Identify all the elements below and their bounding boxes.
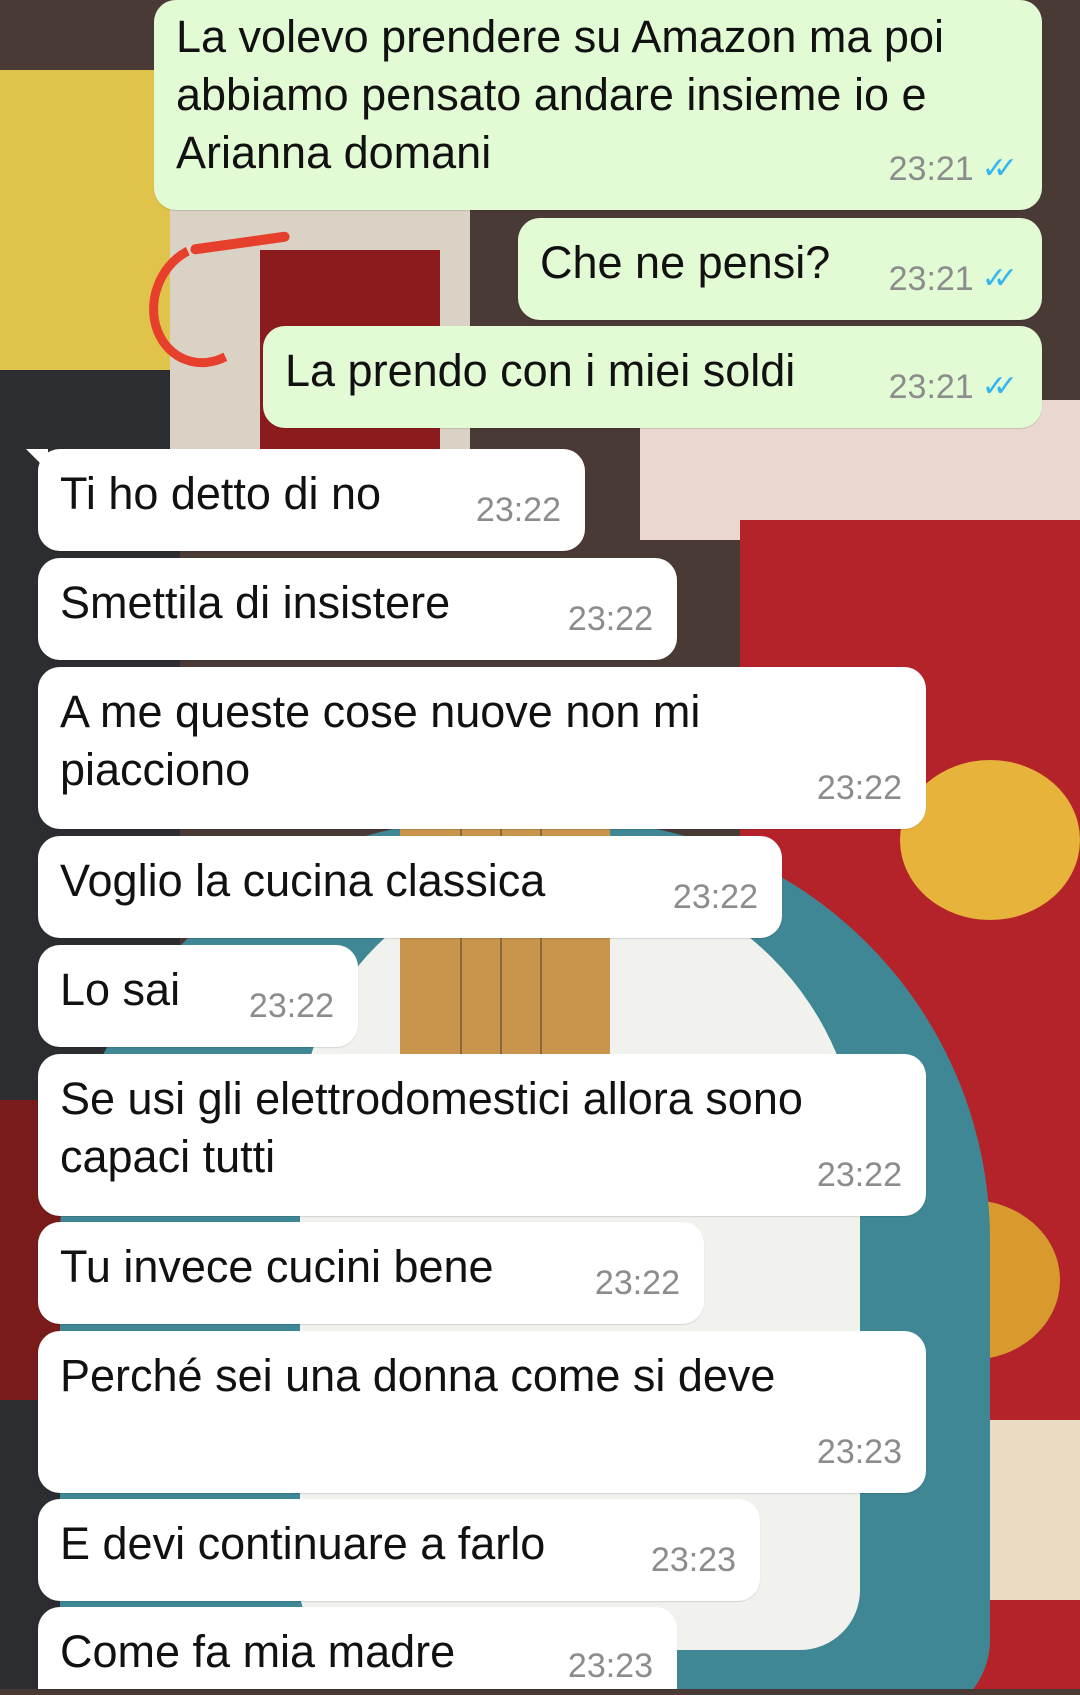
incoming-message[interactable]: Perché sei una donna come si deve 23:23	[38, 1331, 926, 1493]
outgoing-message[interactable]: La prendo con i miei soldi 23:21 ✓✓	[263, 326, 1042, 428]
message-time: 23:21	[888, 150, 974, 188]
message-time: 23:22	[594, 1264, 680, 1302]
message-text: Voglio la cucina classica	[60, 855, 546, 906]
incoming-message[interactable]: Smettila di insistere 23:22	[38, 558, 677, 660]
chat-message-list[interactable]: La volevo prendere su Amazon ma poi abbi…	[0, 0, 1080, 1689]
incoming-message[interactable]: E devi continuare a farlo 23:23	[38, 1499, 760, 1601]
message-meta: 23:21 ✓✓	[889, 250, 1018, 308]
message-time: 23:22	[672, 878, 758, 916]
message-time: 23:21	[888, 368, 974, 406]
message-meta: 23:21 ✓✓	[889, 140, 1018, 198]
message-meta: 23:22	[249, 977, 334, 1035]
incoming-message[interactable]: Lo sai 23:22	[38, 945, 358, 1047]
message-meta: 23:23	[817, 1423, 902, 1481]
double-check-icon: ✓✓	[981, 261, 1018, 296]
bubble-tail	[26, 449, 48, 471]
message-meta: 23:23	[568, 1637, 653, 1695]
double-check-icon: ✓✓	[981, 151, 1018, 186]
outgoing-message[interactable]: La volevo prendere su Amazon ma poi abbi…	[154, 0, 1042, 210]
message-text: Se usi gli elettrodomestici allora sono …	[60, 1073, 803, 1182]
message-time: 23:22	[475, 491, 561, 529]
message-meta: 23:22	[476, 481, 561, 539]
incoming-message[interactable]: Ti ho detto di no 23:22	[26, 449, 585, 551]
incoming-message[interactable]: Voglio la cucina classica 23:22	[38, 836, 782, 938]
message-text: A me queste cose nuove non mi piacciono	[60, 686, 701, 795]
message-time: 23:22	[816, 769, 902, 807]
message-meta: 23:22	[595, 1254, 680, 1312]
incoming-message[interactable]: Come fa mia madre 23:23	[38, 1607, 677, 1689]
message-time: 23:22	[816, 1156, 902, 1194]
message-time: 23:22	[248, 987, 334, 1025]
message-meta: 23:22	[673, 868, 758, 926]
message-time: 23:23	[567, 1647, 653, 1685]
message-meta: 23:22	[817, 1146, 902, 1204]
outgoing-message[interactable]: Che ne pensi? 23:21 ✓✓	[518, 218, 1042, 320]
message-time: 23:21	[888, 260, 974, 298]
message-text: Come fa mia madre	[60, 1626, 456, 1677]
message-meta: 23:21 ✓✓	[889, 358, 1018, 416]
message-meta: 23:23	[651, 1531, 736, 1589]
incoming-message[interactable]: Se usi gli elettrodomestici allora sono …	[38, 1054, 926, 1216]
message-meta: 23:22	[568, 590, 653, 648]
message-text: E devi continuare a farlo	[60, 1518, 546, 1569]
message-meta: 23:22	[817, 759, 902, 817]
message-text: Smettila di insistere	[60, 577, 451, 628]
message-time: 23:23	[650, 1541, 736, 1579]
message-text: Perché sei una donna come si deve	[60, 1350, 776, 1401]
message-time: 23:22	[567, 600, 653, 638]
incoming-message[interactable]: Tu invece cucini bene 23:22	[38, 1222, 704, 1324]
incoming-message[interactable]: A me queste cose nuove non mi piacciono …	[38, 667, 926, 829]
message-time: 23:23	[816, 1433, 902, 1471]
double-check-icon: ✓✓	[981, 369, 1018, 404]
message-text: Tu invece cucini bene	[60, 1241, 494, 1292]
